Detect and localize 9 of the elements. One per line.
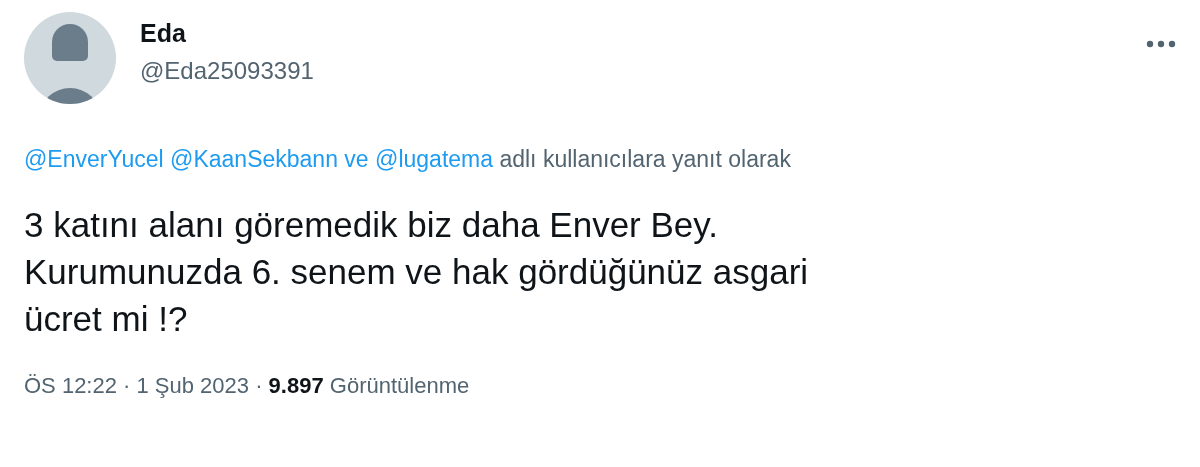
mention-link[interactable]: @EnverYucel	[24, 146, 164, 172]
reply-context: @EnverYucel @KaanSekbann ve @lugatema adlı kullanıcılara yanıt olarak	[24, 145, 792, 174]
tweet-text: 3 katını alanı göremedik biz daha Enver Bey. Kurumunuzda 6. senem ve hak gördüğünüz asgari ücret mi !?	[24, 204, 810, 340]
tweet-metadata: ÖS 12:22 · 1 Şub 2023 · 9.897 Görüntülenme	[24, 372, 471, 400]
username[interactable]: @Eda25093391	[140, 56, 1146, 86]
mention-link[interactable]: @lugatema	[375, 146, 493, 172]
mention-link[interactable]: @KaanSekbann	[170, 146, 338, 172]
more-icon[interactable]	[1146, 40, 1176, 48]
display-name[interactable]: Eda	[140, 18, 1146, 48]
